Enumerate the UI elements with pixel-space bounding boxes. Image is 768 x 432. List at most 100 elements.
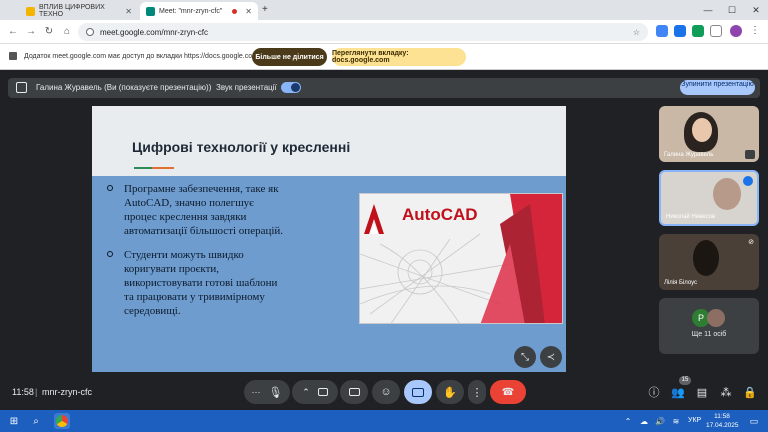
tab-docs[interactable]: ВПЛИВ ЦИФРОВИХ ТЕХНО ✕ xyxy=(20,2,138,20)
minimize-button[interactable]: — xyxy=(696,0,720,20)
participant-name: Галина Журавель xyxy=(664,152,714,158)
translate-extension-icon[interactable] xyxy=(656,25,668,37)
avatar xyxy=(707,309,725,327)
onedrive-icon[interactable]: ☁ xyxy=(636,413,652,429)
mic-control[interactable]: ··· 🎙 xyxy=(244,380,290,404)
activities-icon[interactable]: ⁂ xyxy=(719,385,733,399)
slide-top-band xyxy=(92,106,566,128)
tab-meet[interactable]: Meet: "mnr-zryn-cfc" ✕ xyxy=(140,2,258,20)
bullet-line: процес креслення завдяки xyxy=(124,211,247,223)
close-icon[interactable]: ✕ xyxy=(245,7,252,16)
search-icon[interactable]: ⌕ xyxy=(28,413,44,429)
camera-icon[interactable] xyxy=(317,388,328,396)
clock-time: 11:58 xyxy=(714,413,730,420)
chrome-logo-icon xyxy=(56,415,68,427)
infobar-message: Додаток meet.google.com має доступ до вк… xyxy=(24,53,258,60)
share-tab-icon xyxy=(9,52,17,60)
bullet-line: Програмне забезпечення, таке як xyxy=(124,183,279,195)
chevron-up-icon[interactable]: ⌃ xyxy=(302,387,310,398)
participant-face xyxy=(692,118,712,142)
share-icon[interactable]: ≺ xyxy=(540,346,562,368)
participant-name: Николай Невесов xyxy=(666,214,716,220)
meet-favicon-icon xyxy=(146,6,155,16)
participant-video xyxy=(713,178,741,210)
raise-hand-button[interactable]: ✋ xyxy=(436,380,464,404)
captions-button[interactable] xyxy=(340,380,368,404)
sound-label: Звук презентації xyxy=(216,83,277,92)
more-participants-tile[interactable]: P Ще 11 осіб xyxy=(659,298,759,354)
taskbar-clock[interactable]: 11:58 17.04.2025 xyxy=(706,412,739,430)
extensions-puzzle-icon[interactable] xyxy=(710,25,722,37)
autocad-logo-text: AutoCAD xyxy=(402,205,478,224)
menu-kebab-icon[interactable]: ⋮ xyxy=(750,25,760,36)
bullet-1: Програмне забезпечення, таке як AutoCAD,… xyxy=(124,182,354,238)
address-bar[interactable]: meet.google.com/mnr-zryn-cfc ☆ xyxy=(78,23,648,41)
bullet-line: та працювати у тривимірному xyxy=(124,291,265,303)
meeting-code: mnr-zryn-cfc xyxy=(42,387,92,397)
keyboard-language[interactable]: УКР xyxy=(688,417,701,424)
presenter-label: Галина Журавель (Ви (показуєте презентац… xyxy=(36,83,212,92)
forward-icon[interactable]: → xyxy=(24,24,38,38)
microphone-icon[interactable]: 🎙 xyxy=(269,386,283,399)
slides-favicon-icon xyxy=(26,6,35,16)
toggle-knob xyxy=(291,83,300,92)
site-info-icon[interactable] xyxy=(86,28,94,36)
end-call-icon: ☎ xyxy=(501,386,515,398)
more-vert-icon: ⋮ xyxy=(471,386,483,399)
mic-off-icon: ⊘ xyxy=(748,239,754,246)
more-audio-options-icon[interactable]: ··· xyxy=(252,387,261,397)
hand-icon: ✋ xyxy=(443,386,457,399)
volume-icon[interactable]: 🔊 xyxy=(652,413,668,429)
tile-options-icon[interactable] xyxy=(745,150,755,159)
profile-avatar[interactable] xyxy=(730,25,742,37)
bullet-line: середовищі. xyxy=(124,305,181,317)
recording-dot-icon xyxy=(232,8,238,14)
present-button[interactable] xyxy=(404,380,432,404)
wifi-icon[interactable]: ≋ xyxy=(668,413,684,429)
bullet-line: використовувати готові шаблони xyxy=(124,277,278,289)
close-window-button[interactable]: ✕ xyxy=(744,0,768,20)
people-icon[interactable]: 👥 xyxy=(671,385,685,399)
close-icon[interactable]: ✕ xyxy=(125,7,132,16)
stop-presenting-button[interactable]: Зупинити презентацію xyxy=(680,80,755,95)
present-screen-icon xyxy=(412,387,424,397)
reactions-button[interactable]: ☺ xyxy=(372,380,400,404)
reload-icon[interactable]: ↻ xyxy=(42,24,56,38)
tab-label: Meet: "mnr-zryn-cfc" xyxy=(159,7,223,15)
extension-icon[interactable] xyxy=(674,25,686,37)
bullet-line: Студенти можуть швидко xyxy=(124,249,244,261)
bookmark-star-icon[interactable]: ☆ xyxy=(633,28,640,37)
view-tab-button[interactable]: Переглянути вкладку: docs.google.com xyxy=(332,48,466,66)
new-tab-button[interactable]: + xyxy=(262,4,268,15)
leave-call-button[interactable]: ☎ xyxy=(490,380,526,404)
back-icon[interactable]: ← xyxy=(6,24,20,38)
meeting-info-icon[interactable]: ⓘ xyxy=(647,385,661,399)
people-tray-icon[interactable]: ⌃ xyxy=(620,413,636,429)
maximize-button[interactable]: ☐ xyxy=(720,0,744,20)
windows-start-icon[interactable]: ⊞ xyxy=(6,413,22,429)
title-accent-orange xyxy=(152,167,174,169)
chat-icon[interactable]: ▤ xyxy=(695,385,709,399)
host-controls-icon[interactable]: 🔒 xyxy=(743,385,757,399)
speaking-indicator-icon xyxy=(743,176,753,186)
title-accent-green xyxy=(134,167,152,169)
bullet-marker xyxy=(107,251,113,257)
participant-tile[interactable]: Лілія Білоус ⊘ xyxy=(659,234,759,290)
bullet-2: Студенти можуть швидко коригувати проєкт… xyxy=(124,248,354,318)
participant-name: Лілія Білоус xyxy=(664,280,698,286)
captions-icon xyxy=(348,388,360,396)
meeting-time: 11:58 xyxy=(12,387,34,397)
bullet-line: коригувати проєкти, xyxy=(124,263,220,275)
home-icon[interactable]: ⌂ xyxy=(60,24,74,38)
more-options-button[interactable]: ⋮ xyxy=(468,380,486,404)
stop-sharing-button[interactable]: Більше не ділитися xyxy=(252,48,327,66)
sheets-extension-icon[interactable] xyxy=(692,25,704,37)
camera-control[interactable]: ⌃ xyxy=(292,380,338,404)
participant-tile[interactable]: Галина Журавель xyxy=(659,106,759,162)
chrome-taskbar-icon[interactable] xyxy=(54,413,70,429)
participant-tile[interactable]: Николай Невесов xyxy=(659,170,759,226)
clock-date: 17.04.2025 xyxy=(706,422,739,429)
notifications-icon[interactable]: ▭ xyxy=(746,413,762,429)
bullet-marker xyxy=(107,185,113,191)
pip-icon[interactable]: ⤡ xyxy=(514,346,536,368)
